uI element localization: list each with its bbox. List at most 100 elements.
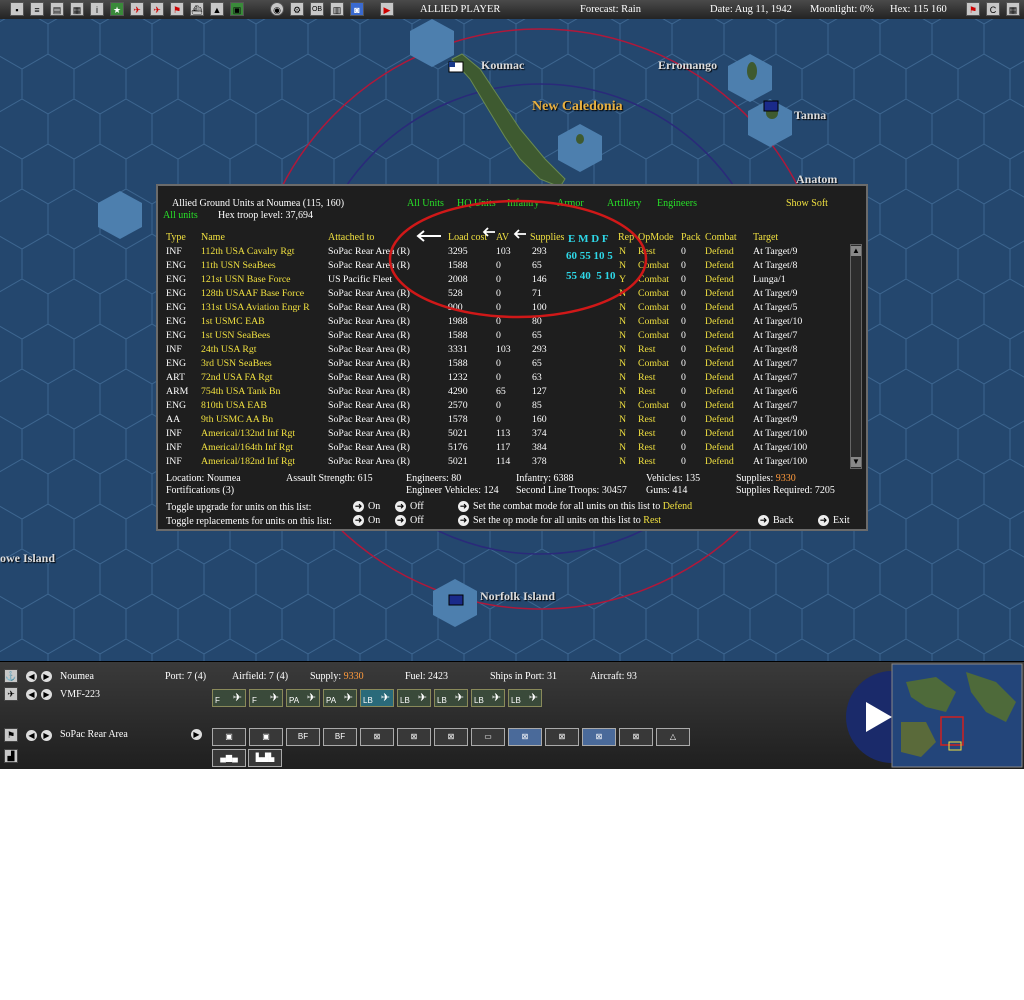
table-row[interactable]: ENG 11th USN SeaBees SoPac Rear Area (R) 15… xyxy=(158,260,848,274)
next-squadron-icon[interactable]: ▶ xyxy=(41,689,52,700)
cell-combat[interactable]: Defend xyxy=(705,386,734,397)
land-unit-button[interactable]: BF xyxy=(323,728,357,746)
prev-squadron-icon[interactable]: ◀ xyxy=(26,689,37,700)
cell-opmode[interactable]: Rest xyxy=(638,442,655,453)
cell-rep[interactable]: N xyxy=(619,330,626,341)
plane-icon[interactable]: ✈ xyxy=(150,2,164,16)
land-unit-button[interactable]: ⊠ xyxy=(508,728,542,746)
cell-opmode[interactable]: Rest xyxy=(638,414,655,425)
cell-opmode[interactable]: Rest xyxy=(638,386,655,397)
terrain-icon[interactable]: ▲ xyxy=(210,2,224,16)
cell-name[interactable]: Americal/182nd Inf Rgt xyxy=(201,456,295,467)
table-row[interactable]: ENG 131st USA Aviation Engr R SoPac Rear A… xyxy=(158,302,848,316)
air-group-button[interactable]: LB ✈ xyxy=(397,689,431,707)
cell-name[interactable]: 128th USAAF Base Force xyxy=(201,288,304,299)
col-av[interactable]: AV xyxy=(496,232,509,243)
settings-icon[interactable]: ⚙ xyxy=(290,2,304,16)
table-row[interactable]: INF Americal/182nd Inf Rgt SoPac Rear Area… xyxy=(158,456,848,470)
menu-icon[interactable]: ▪ xyxy=(10,2,24,16)
cell-opmode[interactable]: Combat xyxy=(638,330,669,341)
cell-name[interactable]: 131st USA Aviation Engr R xyxy=(201,302,310,313)
col-target[interactable]: Target xyxy=(753,232,778,243)
table-row[interactable]: INF 112th USA Cavalry Rgt SoPac Rear Area … xyxy=(158,246,848,260)
hq-go-icon[interactable]: ▶ xyxy=(191,729,202,740)
cell-opmode[interactable]: Combat xyxy=(638,316,669,327)
flag-icon[interactable]: ⚑ xyxy=(170,2,184,16)
scroll-up-icon[interactable]: ▲ xyxy=(851,246,861,256)
col-pack[interactable]: Pack xyxy=(681,232,700,243)
squadron-name[interactable]: VMF-223 xyxy=(60,689,100,700)
cell-combat[interactable]: Defend xyxy=(705,288,734,299)
col-load-cost[interactable]: Load cost xyxy=(448,232,487,243)
scroll-down-icon[interactable]: ▼ xyxy=(851,457,861,467)
cell-rep[interactable]: N xyxy=(619,442,626,453)
cell-name[interactable]: 810th USA EAB xyxy=(201,400,267,411)
cell-rep[interactable]: N xyxy=(619,316,626,327)
col-name[interactable]: Name xyxy=(201,232,225,243)
land-unit-button[interactable]: ⊠ xyxy=(545,728,579,746)
cell-name[interactable]: 3rd USN SeaBees xyxy=(201,358,272,369)
air-group-button[interactable]: PA ✈ xyxy=(286,689,320,707)
group-button-2[interactable]: ▙▟▙ xyxy=(248,749,282,767)
next-base-icon[interactable]: ▶ xyxy=(41,671,52,682)
land-unit-button[interactable]: BF xyxy=(286,728,320,746)
cell-combat[interactable]: Defend xyxy=(705,372,734,383)
cell-combat[interactable]: Defend xyxy=(705,442,734,453)
col-combat[interactable]: Combat xyxy=(705,232,737,243)
cell-opmode[interactable]: Combat xyxy=(638,400,669,411)
land-unit-button[interactable]: ⊠ xyxy=(360,728,394,746)
air-group-button[interactable]: F ✈ xyxy=(212,689,246,707)
cell-opmode[interactable]: Combat xyxy=(638,260,669,271)
cell-combat[interactable]: Defend xyxy=(705,260,734,271)
cell-rep[interactable]: N xyxy=(619,456,626,467)
all-units-label[interactable]: All units xyxy=(163,210,198,221)
cell-rep[interactable]: N xyxy=(619,386,626,397)
fort-icon[interactable]: ▟ xyxy=(4,749,18,763)
filter-engineers[interactable]: Engineers xyxy=(657,198,697,209)
cell-name[interactable]: 72nd USA FA Rgt xyxy=(201,372,272,383)
filter-all-units[interactable]: All Units xyxy=(407,198,444,209)
grid-icon[interactable]: ▦ xyxy=(1006,2,1020,16)
cell-opmode[interactable]: Rest xyxy=(638,372,655,383)
cell-opmode[interactable]: Combat xyxy=(638,288,669,299)
anchor-icon[interactable]: ⚓ xyxy=(4,669,18,683)
table-scrollbar[interactable]: ▲ ▼ xyxy=(850,244,862,469)
flag-red-icon[interactable]: ⚑ xyxy=(966,2,980,16)
cell-opmode[interactable]: Combat xyxy=(638,274,669,285)
cell-rep[interactable]: N xyxy=(619,246,626,257)
cell-opmode[interactable]: Rest xyxy=(638,246,655,257)
map-icon[interactable]: ▣ xyxy=(230,2,244,16)
upgrade-off-button[interactable]: ➜ Off xyxy=(395,501,424,513)
land-unit-button[interactable]: ▭ xyxy=(471,728,505,746)
back-button[interactable]: ➜ Back xyxy=(758,515,794,527)
cell-rep[interactable]: N xyxy=(619,288,626,299)
hq-name[interactable]: SoPac Rear Area xyxy=(60,729,128,740)
cell-combat[interactable]: Defend xyxy=(705,316,734,327)
group-button-1[interactable]: ▄▆▄ xyxy=(212,749,246,767)
cell-opmode[interactable]: Rest xyxy=(638,428,655,439)
cell-combat[interactable]: Defend xyxy=(705,456,734,467)
plane-red-icon[interactable]: ✈ xyxy=(130,2,144,16)
prev-hq-icon[interactable]: ◀ xyxy=(26,730,37,741)
units-icon[interactable]: ▤ xyxy=(50,2,64,16)
cell-rep[interactable]: N xyxy=(619,400,626,411)
table-row[interactable]: INF Americal/132nd Inf Rgt SoPac Rear Area… xyxy=(158,428,848,442)
cell-combat[interactable]: Defend xyxy=(705,428,734,439)
table-row[interactable]: ENG 1st USMC EAB SoPac Rear Area (R) 1988 0 8… xyxy=(158,316,848,330)
cell-opmode[interactable]: Rest xyxy=(638,456,655,467)
cell-opmode[interactable]: Rest xyxy=(638,344,655,355)
replacements-on-button[interactable]: ➜ On xyxy=(353,515,380,527)
col-supplies[interactable]: Supplies xyxy=(530,232,564,243)
air-group-button[interactable]: F ✈ xyxy=(249,689,283,707)
cell-rep[interactable]: N xyxy=(619,372,626,383)
col-opmode[interactable]: OpMode xyxy=(638,232,674,243)
replacements-off-button[interactable]: ➜ Off xyxy=(395,515,424,527)
exit-button[interactable]: ➜ Exit xyxy=(818,515,850,527)
cell-combat[interactable]: Defend xyxy=(705,414,734,425)
cell-name[interactable]: 112th USA Cavalry Rgt xyxy=(201,246,295,257)
table-row[interactable]: ARM 754th USA Tank Bn SoPac Rear Area (R) 4… xyxy=(158,386,848,400)
filter-artillery[interactable]: Artillery xyxy=(607,198,641,209)
air-group-button[interactable]: LB ✈ xyxy=(360,689,394,707)
filter-hq-units[interactable]: HQ Units xyxy=(457,198,496,209)
col-rep[interactable]: Rep xyxy=(618,232,634,243)
